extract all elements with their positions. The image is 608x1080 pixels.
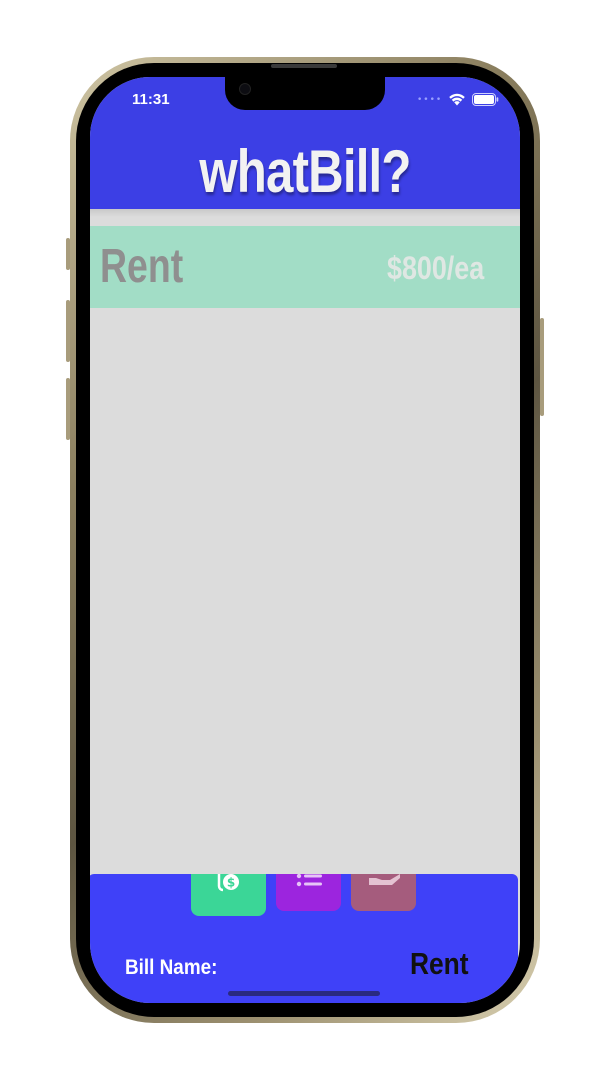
money-icon: $ (217, 874, 239, 892)
app-title: whatBill? (199, 138, 411, 205)
home-indicator[interactable] (228, 991, 380, 996)
cellular-signal-icon: •••• (417, 94, 443, 105)
status-time: 11:31 (132, 91, 170, 108)
bill-amount: $800/ea (387, 250, 485, 286)
bill-name-input[interactable]: Rent (410, 946, 469, 982)
svg-text:$: $ (226, 876, 234, 890)
pay-tab-button[interactable] (351, 874, 416, 911)
silent-switch (66, 238, 70, 270)
list-tab-button[interactable] (276, 874, 341, 911)
bill-row[interactable]: Rent $800/ea (90, 226, 520, 308)
volume-up-button (66, 300, 70, 362)
list-icon (296, 874, 322, 887)
bill-name-label: Bill Name: (125, 956, 218, 979)
status-icons: •••• (417, 93, 499, 106)
bottom-panel: $ Bill Name: Rent (90, 874, 518, 1003)
wifi-icon (449, 93, 466, 106)
power-button (540, 318, 544, 416)
notch (225, 77, 385, 110)
bills-tab-button[interactable]: $ (191, 874, 266, 916)
header-divider (90, 209, 520, 217)
earpiece-speaker (271, 64, 337, 68)
battery-icon (472, 93, 499, 106)
hand-pay-icon (368, 874, 400, 885)
app-screen: 11:31 •••• whatBill? Rent $800/ea $ Bill… (90, 77, 520, 1003)
bill-name: Rent (100, 240, 184, 293)
front-camera (239, 83, 251, 95)
volume-down-button (66, 378, 70, 440)
